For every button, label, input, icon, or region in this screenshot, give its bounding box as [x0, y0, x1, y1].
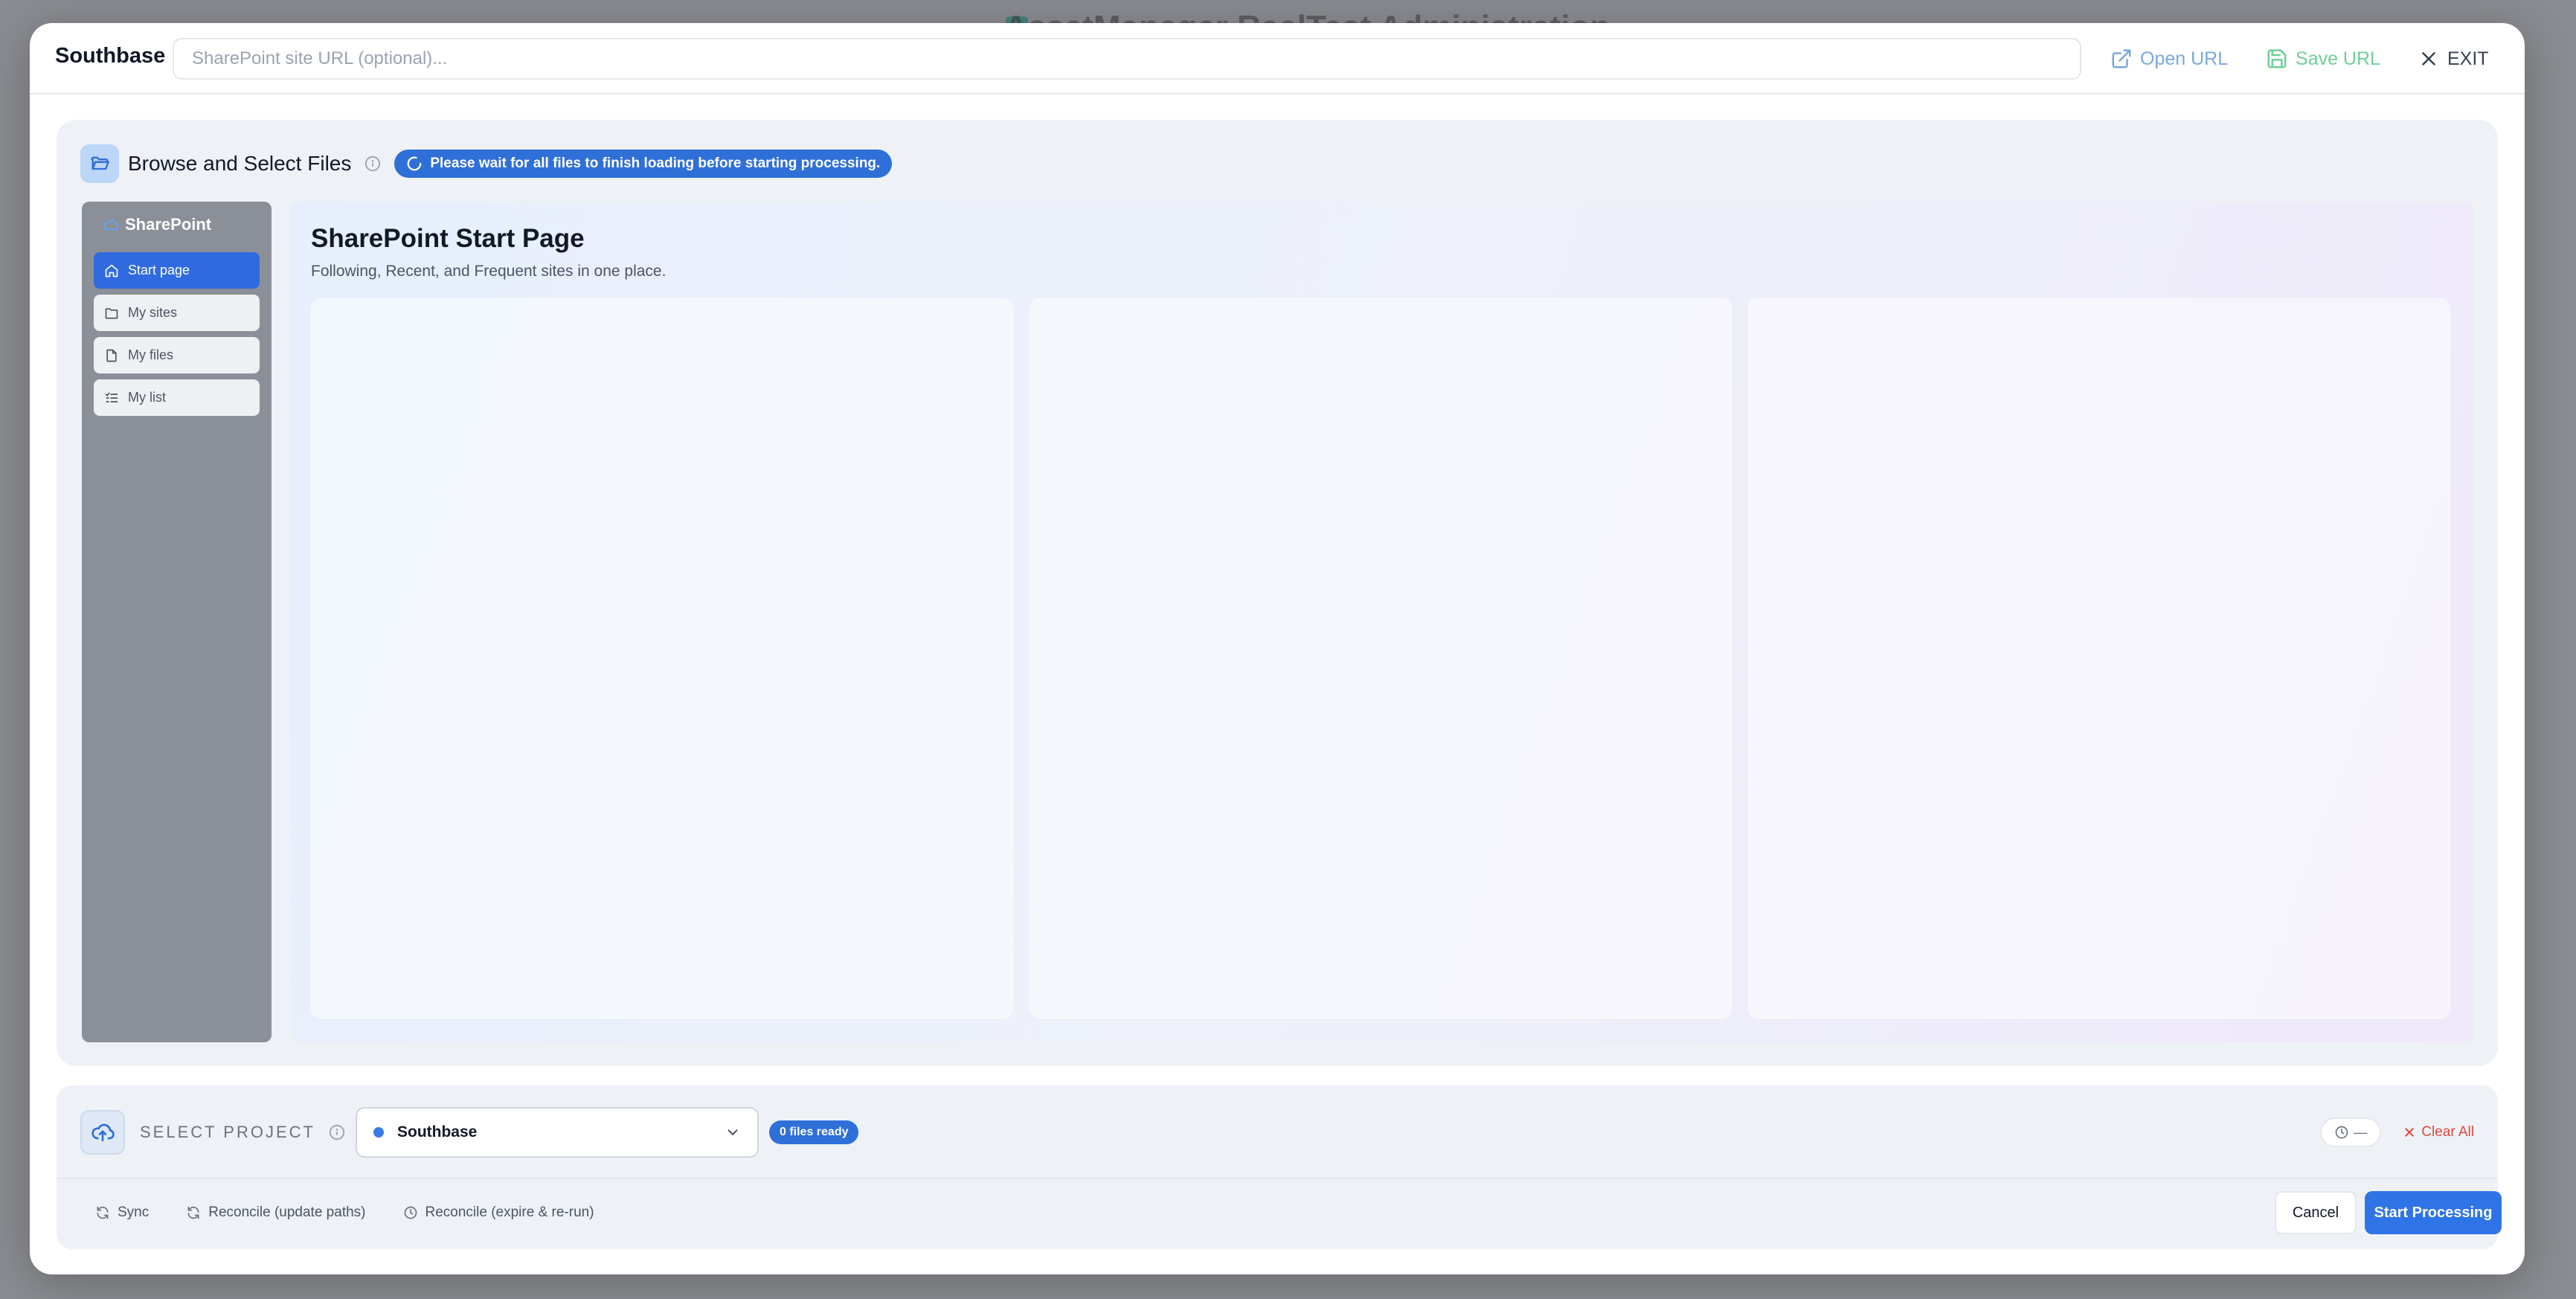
reconcile-update-paths-button[interactable]: Reconcile (update paths) [186, 1205, 366, 1221]
following-sites-column [311, 298, 1013, 1019]
browse-title: Browse and Select Files [128, 152, 352, 175]
exit-button[interactable]: EXIT [2418, 44, 2489, 74]
sharepoint-url-input[interactable] [173, 38, 2081, 80]
project-status-dot [373, 1127, 384, 1138]
open-url-button[interactable]: Open URL [2110, 44, 2228, 74]
start-processing-button[interactable]: Start Processing [2365, 1191, 2502, 1234]
frequent-sites-column [1748, 298, 2450, 1019]
modal-topbar: Southbase Open URL Save URL EXIT [30, 23, 2525, 94]
close-icon [2422, 52, 2435, 65]
save-icon [2267, 49, 2287, 68]
clock-icon [2335, 1126, 2348, 1139]
sidebar-heading: SharePoint [94, 212, 260, 237]
clear-all-label: Clear All [2421, 1124, 2474, 1140]
sidebar-nav: Start page My sites My files My list [94, 252, 260, 416]
sidebar-item-label: My sites [128, 305, 178, 320]
clear-all-button[interactable]: Clear All [2403, 1124, 2474, 1141]
timer-pill[interactable]: — [2320, 1117, 2382, 1147]
sidebar-heading-text: SharePoint [125, 215, 212, 234]
file-icon [106, 349, 117, 362]
clock-icon [404, 1206, 417, 1219]
processing-panel: SELECT PROJECT Southbase 0 files ready —… [57, 1085, 2502, 1249]
sidebar-item-my-list[interactable]: My list [94, 379, 260, 416]
cloud-upload-icon [80, 1110, 125, 1155]
open-url-label: Open URL [2140, 48, 2229, 69]
sync-button[interactable]: Sync [95, 1205, 149, 1221]
sidebar-item-my-sites[interactable]: My sites [94, 295, 260, 331]
sharepoint-start-page: SharePoint Start Page Following, Recent,… [290, 202, 2474, 1042]
right-tools: — Clear All [2320, 1117, 2474, 1147]
reconcile-expire-label: Reconcile (expire & re-run) [425, 1205, 594, 1220]
info-icon[interactable] [329, 1124, 345, 1141]
loading-notice-text: Please wait for all files to finish load… [430, 155, 881, 171]
folder-open-icon [80, 144, 119, 183]
info-icon[interactable] [364, 155, 381, 172]
project-name: Southbase [55, 44, 166, 68]
cancel-button[interactable]: Cancel [2275, 1191, 2357, 1234]
browse-files-panel: Browse and Select Files Please wait for … [57, 120, 2498, 1066]
loading-notice-badge: Please wait for all files to finish load… [394, 150, 893, 178]
chevron-down-icon [727, 1129, 738, 1136]
reconcile-expire-rerun-button[interactable]: Reconcile (expire & re-run) [403, 1205, 594, 1221]
close-icon [2405, 1128, 2414, 1137]
secondary-actions: Sync Reconcile (update paths) Reconcile … [95, 1205, 594, 1221]
files-ready-badge: 0 files ready [768, 1120, 859, 1144]
panel-divider [57, 1178, 2498, 1179]
home-icon [105, 264, 118, 277]
page-title: SharePoint Start Page [311, 224, 585, 253]
folder-icon [105, 307, 118, 318]
project-select-row: SELECT PROJECT Southbase 0 files ready —… [80, 1107, 2474, 1158]
exit-label: EXIT [2447, 48, 2489, 69]
list-icon [105, 392, 118, 402]
project-select-dropdown[interactable]: Southbase [355, 1107, 759, 1158]
refresh-icon [187, 1206, 199, 1219]
browse-header: Browse and Select Files Please wait for … [80, 144, 893, 184]
external-link-icon [2112, 49, 2131, 68]
spinner-icon [407, 156, 422, 171]
sync-icon [97, 1206, 109, 1219]
save-url-button[interactable]: Save URL [2266, 44, 2380, 74]
cloud-icon [103, 219, 119, 231]
selected-project-value: Southbase [396, 1123, 478, 1141]
page-subtitle: Following, Recent, and Frequent sites in… [311, 263, 667, 280]
sidebar-item-start-page[interactable]: Start page [94, 252, 260, 289]
save-url-label: Save URL [2296, 48, 2380, 69]
reconcile-update-label: Reconcile (update paths) [208, 1205, 366, 1220]
sidebar-item-label: Start page [128, 263, 190, 278]
sidebar-item-label: My files [128, 347, 174, 362]
timer-value: — [2354, 1124, 2368, 1140]
file-browser-modal: Southbase Open URL Save URL EXIT Browse … [30, 23, 2525, 1274]
sidebar-item-label: My list [128, 390, 166, 405]
select-project-label: SELECT PROJECT [140, 1123, 315, 1141]
sidebar-item-my-files[interactable]: My files [94, 337, 260, 373]
recent-sites-column [1030, 298, 1732, 1019]
sync-label: Sync [118, 1205, 150, 1220]
sharepoint-sidebar: SharePoint Start page My sites My files [82, 202, 272, 1042]
